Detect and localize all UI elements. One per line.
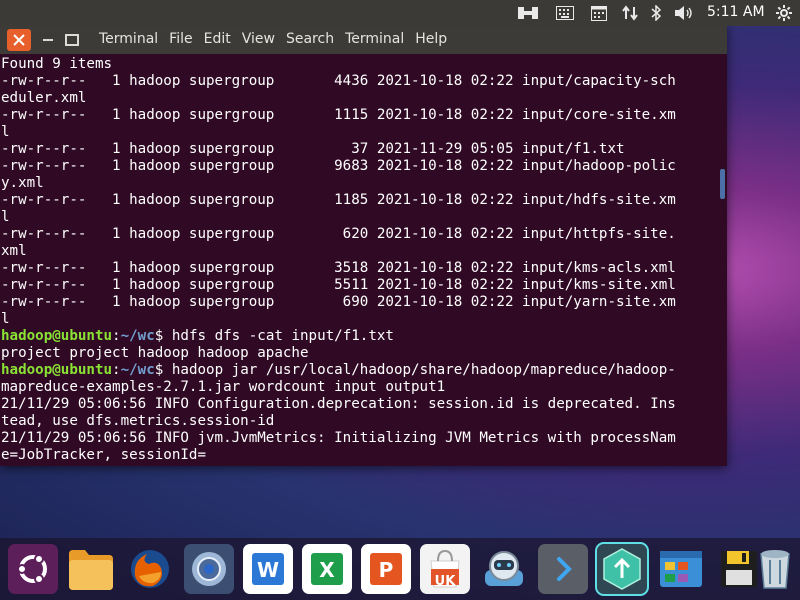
terminal-line: l [1,311,10,327]
network-transfer-icon[interactable] [620,4,640,22]
terminal-line: y.xml [1,175,44,191]
menu-terminal-app[interactable]: Terminal [99,31,158,47]
terminal-line: l [1,209,10,225]
terminal-line: mapreduce-examples-2.7.1.jar wordcount i… [1,379,446,395]
close-icon [13,34,25,46]
top-panel: 5:11 AM [0,0,800,26]
terminal-line: -rw-r--r-- 1 hadoop supergroup 3518 2021… [1,260,676,276]
menu-view[interactable]: View [242,31,275,47]
terminal-line: xml [1,243,27,259]
ubuntu-logo-icon [17,554,47,584]
minimize-icon [43,39,53,41]
menu-help[interactable]: Help [415,31,447,47]
scrollbar[interactable] [717,56,727,464]
dock-item-firefox[interactable] [125,544,175,594]
dock: W X P UK [0,538,800,600]
dock-item-spreadsheet[interactable]: X [302,544,352,594]
svg-text:P: P [379,558,394,582]
prompt-command: hdfs dfs -cat input/f1.txt [171,328,394,344]
terminal-line: 21/11/29 05:06:56 INFO Configuration.dep… [1,396,676,412]
upload-app-icon [603,548,641,590]
system-update-icon [192,552,226,586]
terminal-line: l [1,124,10,140]
terminal-prompt-line: hadoop@ubuntu:~/wc$ hadoop jar /usr/loca… [1,362,715,379]
prompt-symbol: $ [154,362,172,378]
dock-item-files[interactable] [66,544,116,594]
trash-icon [760,550,790,589]
files-folder-icon [69,550,113,590]
svg-text:W: W [257,558,279,582]
terminal-line: 21/11/29 05:06:56 INFO jvm.JvmMetrics: I… [1,430,676,446]
terminal-line: -rw-r--r-- 1 hadoop supergroup 5511 2021… [1,277,676,293]
dock-item-system-update[interactable] [184,544,234,594]
prompt-separator: : [112,362,121,378]
terminal-output[interactable]: Found 9 items -rw-r--r-- 1 hadoop supergr… [1,56,715,464]
clock[interactable]: 5:11 AM [707,4,765,20]
prompt-symbol: $ [154,328,172,344]
svg-text:X: X [319,558,335,582]
terminal-line: -rw-r--r-- 1 hadoop supergroup 4436 2021… [1,73,676,89]
dock-item-upload-app[interactable] [595,542,649,596]
settings-gear-icon[interactable] [774,4,794,22]
minimize-button[interactable] [37,29,59,51]
terminal-line: Found 9 items [1,56,113,72]
dock-item-remmina[interactable] [479,544,529,594]
prompt-user: hadoop@ubuntu [1,362,113,378]
prompt-command: hadoop jar /usr/local/hadoop/share/hadoo… [171,362,676,378]
maximize-icon [65,34,79,46]
scrollbar-thumb[interactable] [720,169,725,199]
keyboard-layout-icon[interactable] [517,4,539,22]
terminal-prompt-line: hadoop@ubuntu:~/wc$ hdfs dfs -cat input/… [1,328,715,345]
keyboard-icon[interactable] [555,4,575,22]
dock-item-terminal[interactable] [538,544,588,594]
terminal-line: eduler.xml [1,90,87,106]
terminal-line: e=JobTracker, sessionId= [1,447,206,463]
dock-item-writer[interactable]: W [243,544,293,594]
firefox-icon [131,550,169,588]
menu-search[interactable]: Search [286,31,334,47]
terminal-icon [557,557,572,581]
software-label: UK [434,574,456,589]
window-manager-icon [660,551,702,587]
wps-writer-icon: W [252,553,284,585]
prompt-separator: : [112,328,121,344]
terminal-window: Terminal File Edit View Search Terminal … [0,26,727,466]
terminal-line: -rw-r--r-- 1 hadoop supergroup 1185 2021… [1,192,676,208]
terminal-line: -rw-r--r-- 1 hadoop supergroup 37 2021-1… [1,141,625,157]
volume-icon[interactable] [673,4,695,22]
menu-edit[interactable]: Edit [204,31,231,47]
terminal-line: -rw-r--r-- 1 hadoop supergroup 690 2021-… [1,294,676,310]
wps-spreadsheet-icon: X [311,553,343,585]
menu-bar: Terminal File Edit View Search Terminal … [99,31,458,47]
wps-presentation-icon: P [370,553,402,585]
dock-item-window-manager[interactable] [656,544,706,594]
dock-item-ubuntu[interactable] [8,544,58,594]
dock-item-software[interactable]: UK [420,544,470,594]
dock-item-presentation[interactable]: P [361,544,411,594]
bluetooth-icon[interactable] [648,4,664,22]
maximize-button[interactable] [61,29,83,51]
terminal-line: -rw-r--r-- 1 hadoop supergroup 620 2021-… [1,226,676,242]
terminal-line: tead, use dfs.metrics.session-id [1,413,275,429]
close-button[interactable] [7,29,31,51]
menu-file[interactable]: File [169,31,192,47]
terminal-line: project project hadoop hadoop apache [1,345,309,361]
calendar-icon[interactable] [589,4,609,22]
terminal-line: -rw-r--r-- 1 hadoop supergroup 1115 2021… [1,107,676,123]
menu-terminal[interactable]: Terminal [345,31,404,47]
title-bar[interactable]: Terminal File Edit View Search Terminal … [0,26,727,54]
terminal-line: -rw-r--r-- 1 hadoop supergroup 9683 2021… [1,158,676,174]
prompt-path: ~/wc [120,362,155,378]
remmina-icon [485,551,523,586]
dock-item-trash[interactable] [752,544,798,594]
prompt-user: hadoop@ubuntu [1,328,113,344]
prompt-path: ~/wc [120,328,155,344]
